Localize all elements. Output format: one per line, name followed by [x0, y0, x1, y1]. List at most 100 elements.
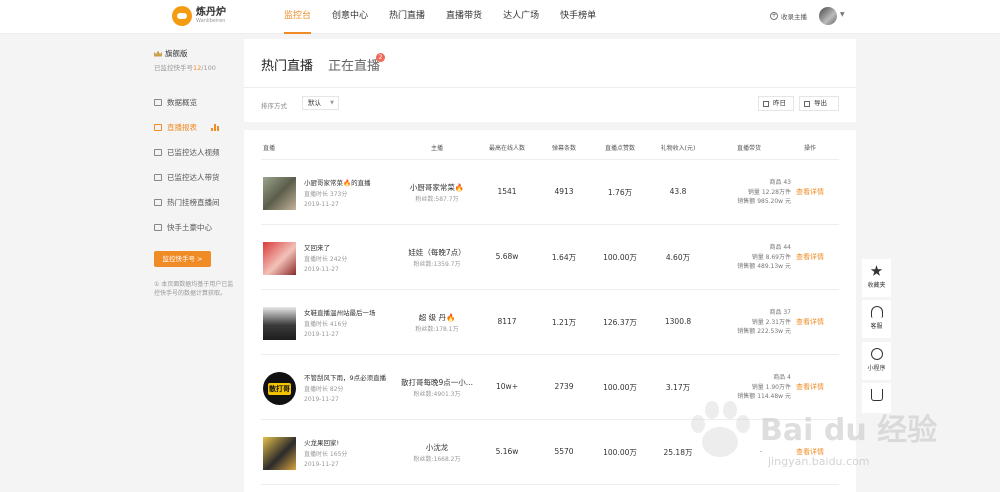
chevron-down-icon[interactable]: ▼ [840, 11, 845, 18]
baidu-paw-logo [691, 401, 750, 457]
col-action: 操作 [803, 145, 816, 152]
col-danmu: 弹幕条数 [551, 145, 576, 152]
gift-income: 4.60万 [665, 253, 691, 262]
live-thumbnail[interactable]: 散打哥 [263, 372, 296, 405]
live-duration: 直播时长 416分 [304, 321, 348, 328]
flame-icon [154, 199, 162, 206]
miniapp-icon [870, 348, 883, 360]
plan-title: 旗舰版 [154, 48, 188, 59]
view-detail-link[interactable]: 查看详情 [792, 317, 828, 327]
nav-ranking[interactable]: 快手榜单 [560, 0, 596, 34]
chevron-down-icon: ▼ [330, 100, 334, 106]
anchor-name: 小沈龙 [425, 443, 449, 452]
view-detail-link[interactable]: 查看详情 [792, 382, 828, 392]
date-button[interactable]: 昨日 [758, 96, 794, 111]
view-detail-link[interactable]: 查看详情 [792, 187, 828, 197]
danmu-count: 2739 [554, 382, 574, 391]
avatar[interactable] [819, 7, 837, 25]
calendar-icon [763, 100, 769, 107]
tab-hot-live[interactable]: 热门直播 [261, 55, 313, 74]
gift-income: 43.8 [669, 187, 687, 196]
nav-talent[interactable]: 达人广场 [503, 0, 539, 34]
float-service-button[interactable]: 客服 [862, 300, 891, 338]
peak-online: 8117 [497, 317, 517, 326]
watermark-url: jingyan.baidu.com [768, 455, 870, 468]
peak-online: 5.16w [495, 447, 519, 456]
float-miniapp-button[interactable]: 小程序 [862, 342, 891, 380]
like-count: 1.76万 [607, 188, 633, 197]
export-button[interactable]: 导出 [799, 96, 839, 111]
thumb-badge: 散打哥 [268, 382, 291, 395]
table-row: 女鞋直播温州站最后一场 直播时长 416分 2019-11-27 超 级 丹🔥 … [261, 290, 839, 355]
divider [244, 87, 856, 88]
live-thumbnail[interactable] [263, 307, 296, 340]
sidebar-item-monitored-goods[interactable]: 已监控达人带货 [154, 172, 220, 183]
anchor-fans: 粉丝数:1359.7万 [413, 261, 461, 268]
danmu-count: 1.64万 [551, 253, 577, 262]
brand-sub: Wanlibeiren [196, 18, 226, 24]
anchor-fans: 粉丝数:587.7万 [415, 196, 459, 203]
anchor-fans: 粉丝数:1668.2万 [413, 456, 461, 463]
float-favorites-button[interactable]: 收藏夹 [862, 259, 891, 297]
logo[interactable]: 炼丹炉 Wanlibeiren [172, 6, 226, 26]
sidebar-item-monitored-videos[interactable]: 已监控达人视频 [154, 147, 220, 158]
col-anchor: 主播 [430, 145, 443, 152]
top-bar: 炼丹炉 Wanlibeiren 监控台 创意中心 热门直播 直播带货 达人广场 … [0, 0, 1000, 34]
crown-icon [154, 50, 162, 57]
section-gap [244, 122, 856, 130]
table-row: 又回来了 直播时长 242分 2019-11-27 娃娃（每晚7点） 粉丝数:1… [261, 225, 839, 290]
sort-label: 排序方式 [261, 102, 287, 110]
col-gift: 礼物收入(元) [660, 145, 696, 152]
goods-summary: 商品 43 销量 12.28万件 销售额 985.20w 元 [737, 179, 791, 205]
sidebar-item-live-report[interactable]: 直播报表 [154, 122, 220, 133]
main-nav: 监控台 创意中心 热门直播 直播带货 达人广场 快手榜单 [284, 0, 617, 34]
plan-usage: 已监控快手号12/100 [154, 64, 216, 72]
watermark-text: Bai du 经验 [760, 413, 938, 448]
brand-name: 炼丹炉 [196, 7, 226, 18]
nav-creative[interactable]: 创意中心 [332, 0, 368, 34]
nav-monitor[interactable]: 监控台 [284, 0, 312, 34]
col-goods: 直播带货 [736, 145, 761, 152]
live-title: 不管刮风下雨，9点必须直播 [304, 374, 387, 382]
peak-online: 1541 [497, 187, 517, 196]
live-thumbnail[interactable] [263, 242, 296, 275]
sort-select[interactable]: 默认 ▼ [302, 96, 339, 110]
anchor-name: 娃娃（每晚7点） [408, 248, 466, 257]
logo-icon [172, 6, 192, 26]
favorite-label: 收录主播 [781, 13, 807, 21]
anchor-name: 小厨哥家常菜🔥 [409, 183, 465, 192]
film-icon [154, 149, 162, 156]
peak-online: 10w+ [496, 382, 518, 391]
live-duration: 直播时长 373分 [304, 191, 348, 198]
sidebar-item-rich-center[interactable]: 快手土豪中心 [154, 222, 212, 233]
sidebar-note: ① 本页面数据均基于用户已监控快手号的数据计算获取。 [154, 281, 234, 297]
danmu-count: 1.21万 [551, 318, 577, 327]
col-likes: 直播点赞数 [604, 145, 635, 152]
live-title: 小厨哥家常菜🔥的直播 [304, 179, 371, 187]
live-title: 火龙果回家! [304, 439, 340, 447]
anchor-fans: 粉丝数:178.1万 [415, 326, 459, 333]
star-icon [870, 265, 883, 276]
plus-icon: + [770, 12, 778, 20]
anchor-fans: 粉丝数:4901.3万 [413, 391, 461, 398]
anchor-name: 超 级 丹🔥 [418, 313, 456, 322]
tab-now-live[interactable]: 正在直播 [328, 55, 380, 74]
sidebar-item-overview[interactable]: 数据概览 [154, 97, 197, 108]
bars-icon [211, 124, 220, 131]
live-thumbnail[interactable] [263, 177, 296, 210]
live-thumbnail[interactable] [263, 437, 296, 470]
cart-icon [870, 389, 883, 401]
live-duration: 直播时长 82分 [304, 386, 344, 393]
favorite-anchor-button[interactable]: + 收录主播 [770, 11, 807, 21]
monitor-account-button[interactable]: 监控快手号 > [154, 251, 211, 267]
sidebar-item-hot-rooms[interactable]: 热门挂榜直播间 [154, 197, 220, 208]
view-detail-link[interactable]: 查看详情 [792, 252, 828, 262]
doc-icon [154, 174, 162, 181]
like-count: 100.00万 [603, 383, 637, 392]
col-peak: 最高在线人数 [488, 145, 525, 152]
like-count: 100.00万 [603, 448, 637, 457]
nav-hot-live[interactable]: 热门直播 [389, 0, 425, 34]
like-count: 126.37万 [603, 318, 637, 327]
nav-live-goods[interactable]: 直播带货 [446, 0, 482, 34]
goods-summary: 商品 44 销量 8.69万件 销售额 489.13w 元 [737, 244, 791, 270]
